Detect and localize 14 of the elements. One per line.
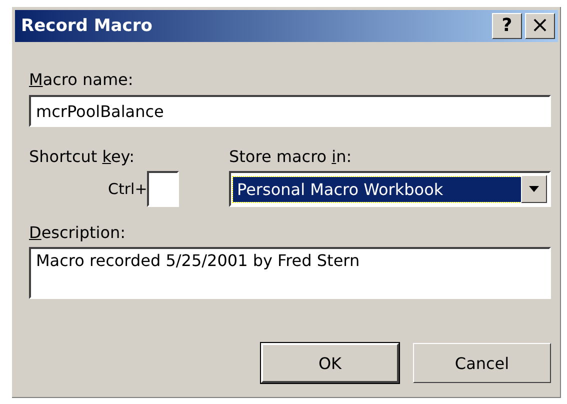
shortcut-key-field[interactable]: [147, 171, 180, 207]
macro-name-field[interactable]: mcrPoolBalance: [29, 95, 551, 127]
description-field[interactable]: Macro recorded 5/25/2001 by Fred Stern: [29, 247, 551, 299]
shortcut-key-label: Shortcut key:: [29, 147, 134, 166]
cancel-button[interactable]: Cancel: [413, 343, 551, 383]
ok-button[interactable]: OK: [261, 343, 399, 383]
description-label: Description:: [29, 223, 126, 242]
macro-name-label: Macro name:: [29, 70, 134, 89]
window-title: Record Macro: [21, 16, 152, 36]
ctrl-prefix-label: Ctrl+: [108, 180, 148, 198]
close-button[interactable]: ×: [525, 13, 555, 39]
store-macro-dropdown[interactable]: Personal Macro Workbook: [229, 171, 551, 207]
store-macro-label: Store macro in:: [229, 147, 352, 166]
help-button[interactable]: ?: [492, 13, 522, 39]
